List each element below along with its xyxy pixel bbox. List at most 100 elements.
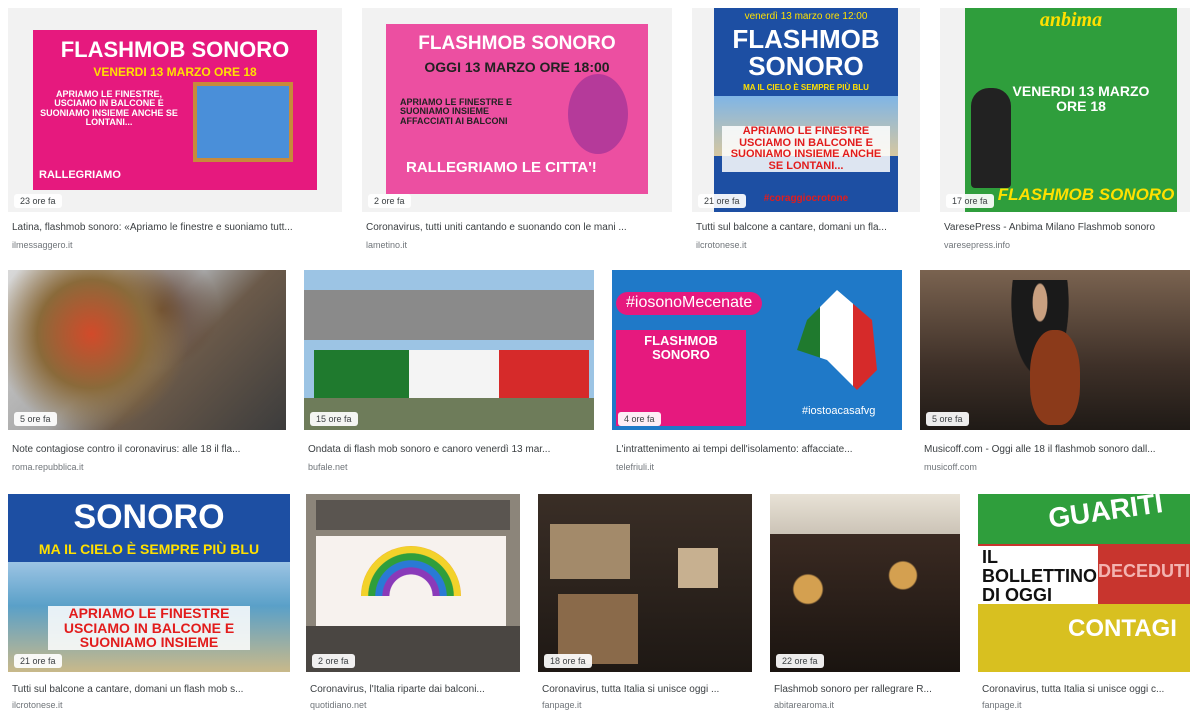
stadium-background bbox=[304, 290, 594, 340]
flag-green bbox=[314, 350, 409, 398]
result-source[interactable]: quotidiano.net bbox=[310, 700, 520, 710]
thumb-headline: FLASHMOB SONORO bbox=[644, 333, 718, 362]
result-title[interactable]: Tutti sul balcone a cantare, domani un f… bbox=[696, 222, 920, 233]
band-photo bbox=[8, 270, 286, 430]
result-card[interactable]: GUARITI IL BOLLETTINO DI OGGI DECEDUTI C… bbox=[978, 494, 1190, 712]
result-card[interactable]: SONORO MA IL CIELO È SEMPRE PIÙ BLU APRI… bbox=[8, 494, 290, 712]
result-title[interactable]: Coronavirus, l'Italia riparte dai balcon… bbox=[310, 684, 520, 695]
result-thumbnail[interactable]: 5 ore fa bbox=[920, 270, 1190, 430]
time-badge: 2 ore fa bbox=[312, 654, 355, 668]
result-source[interactable]: fanpage.it bbox=[542, 700, 752, 710]
rainbow-icon bbox=[361, 546, 461, 596]
thumb-subtitle: IL BOLLETTINO DI OGGI bbox=[978, 546, 1098, 607]
thumb-footer: RALLEGRIAMO LE CITTA'! bbox=[406, 159, 597, 176]
result-title[interactable]: Coronavirus, tutti uniti cantando e suon… bbox=[366, 222, 672, 233]
result-card[interactable]: 18 ore fa Coronavirus, tutta Italia si u… bbox=[538, 494, 752, 712]
result-title[interactable]: Flashmob sonoro per rallegrare R... bbox=[774, 684, 960, 695]
time-badge: 2 ore fa bbox=[368, 194, 411, 208]
time-badge: 23 ore fa bbox=[14, 194, 62, 208]
time-badge: 18 ore fa bbox=[544, 654, 592, 668]
time-badge: 17 ore fa bbox=[946, 194, 994, 208]
italy-map-icon bbox=[797, 290, 877, 390]
time-badge: 5 ore fa bbox=[14, 412, 57, 426]
result-card[interactable]: FLASHMOB SONORO OGGI 13 MARZO ORE 18:00 … bbox=[362, 8, 672, 258]
result-title[interactable]: VaresePress - Anbima Milano Flashmob son… bbox=[944, 222, 1190, 233]
thumb-footer: CONTAGI bbox=[1068, 615, 1177, 642]
time-badge: 5 ore fa bbox=[926, 412, 969, 426]
thumb-subtitle: MA IL CIELO È SEMPRE PIÙ BLU bbox=[38, 541, 260, 557]
band-members bbox=[770, 534, 960, 672]
flag-red bbox=[499, 350, 589, 398]
thumb-top: anbima bbox=[1039, 9, 1103, 31]
thumb-body: APRIAMO LE FINESTRE, USCIAMO IN BALCONE … bbox=[40, 89, 178, 128]
flag-white bbox=[409, 350, 499, 398]
result-card[interactable]: 2 ore fa Coronavirus, l'Italia riparte d… bbox=[306, 494, 520, 712]
result-card[interactable]: 15 ore fa Ondata di flash mob sonoro e c… bbox=[304, 270, 594, 480]
thumb-subtitle: OGGI 13 MARZO ORE 18:00 bbox=[424, 59, 610, 75]
lit-window bbox=[550, 524, 630, 579]
result-source[interactable]: roma.repubblica.it bbox=[12, 462, 286, 472]
result-title[interactable]: Ondata di flash mob sonoro e canoro vene… bbox=[308, 444, 594, 455]
time-badge: 22 ore fa bbox=[776, 654, 824, 668]
lit-window bbox=[678, 548, 718, 588]
result-thumbnail[interactable]: GUARITI IL BOLLETTINO DI OGGI DECEDUTI C… bbox=[978, 494, 1190, 672]
result-thumbnail[interactable]: SONORO MA IL CIELO È SEMPRE PIÙ BLU APRI… bbox=[8, 494, 290, 672]
result-thumbnail[interactable]: 22 ore fa bbox=[770, 494, 960, 672]
result-source[interactable]: telefriuli.it bbox=[616, 462, 902, 472]
thumb-headline: FLASHMOB SONORO bbox=[60, 37, 290, 62]
result-thumbnail[interactable]: anbima VENERDI 13 MARZO ORE 18 FLASHMOB … bbox=[940, 8, 1190, 212]
thumb-subtitle: MA IL CIELO È SEMPRE PIÙ BLU bbox=[743, 83, 869, 92]
result-card[interactable]: venerdì 13 marzo ore 12:00 FLASHMOB SONO… bbox=[692, 8, 920, 258]
thumb-body: APRIAMO LE FINESTRE USCIAMO IN BALCONE E… bbox=[48, 606, 250, 651]
time-badge: 21 ore fa bbox=[698, 194, 746, 208]
result-card[interactable]: anbima VENERDI 13 MARZO ORE 18 FLASHMOB … bbox=[940, 8, 1190, 258]
result-thumbnail[interactable]: 15 ore fa bbox=[304, 270, 594, 430]
result-thumbnail[interactable]: 18 ore fa bbox=[538, 494, 752, 672]
result-source[interactable]: abitarearoma.it bbox=[774, 700, 960, 710]
window-illustration bbox=[193, 82, 293, 162]
result-source[interactable]: ilcrotonese.it bbox=[696, 240, 920, 250]
thumb-footer: #iostoacasafvg bbox=[802, 405, 876, 417]
result-thumbnail[interactable]: venerdì 13 marzo ore 12:00 FLASHMOB SONO… bbox=[692, 8, 920, 212]
result-source[interactable]: varesepress.info bbox=[944, 240, 1190, 250]
thumb-footer: RALLEGRIAMO bbox=[39, 169, 121, 181]
result-title[interactable]: Coronavirus, tutta Italia si unisce oggi… bbox=[542, 684, 752, 695]
thumb-body: DECEDUTI bbox=[1098, 561, 1190, 581]
result-title[interactable]: Latina, flashmob sonoro: «Apriamo le fin… bbox=[12, 222, 342, 233]
cello-icon bbox=[1030, 330, 1080, 425]
image-results-grid: FLASHMOB SONORO VENERDI 13 MARZO ORE 18 … bbox=[0, 0, 1194, 715]
thumb-headline: SONORO bbox=[73, 498, 225, 536]
thumb-headline: VENERDI 13 MARZO ORE 18 bbox=[1012, 83, 1150, 114]
thumb-headline: GUARITI bbox=[1046, 494, 1165, 534]
result-card[interactable]: 5 ore fa Note contagiose contro il coron… bbox=[8, 270, 286, 480]
result-thumbnail[interactable]: #iosonoMecenate FLASHMOB SONORO #iostoac… bbox=[612, 270, 902, 430]
result-thumbnail[interactable]: 5 ore fa bbox=[8, 270, 286, 430]
result-title[interactable]: Coronavirus, tutta Italia si unisce oggi… bbox=[982, 684, 1190, 695]
result-title[interactable]: Note contagiose contro il coronavirus: a… bbox=[12, 444, 286, 455]
time-badge: 21 ore fa bbox=[14, 654, 62, 668]
result-title[interactable]: Tutti sul balcone a cantare, domani un f… bbox=[12, 684, 290, 695]
result-thumbnail[interactable]: 2 ore fa bbox=[306, 494, 520, 672]
thumb-body: APRIAMO LE FINESTRE USCIAMO IN BALCONE E… bbox=[722, 125, 890, 173]
result-thumbnail[interactable]: FLASHMOB SONORO OGGI 13 MARZO ORE 18:00 … bbox=[362, 8, 672, 212]
result-card[interactable]: 5 ore fa Musicoff.com - Oggi alle 18 il … bbox=[920, 270, 1190, 480]
result-source[interactable]: musicoff.com bbox=[924, 462, 1190, 472]
time-badge: 4 ore fa bbox=[618, 412, 661, 426]
time-badge: 15 ore fa bbox=[310, 412, 358, 426]
thumb-headline: FLASHMOB SONORO bbox=[732, 24, 880, 82]
result-thumbnail[interactable]: FLASHMOB SONORO VENERDI 13 MARZO ORE 18 … bbox=[8, 8, 342, 212]
result-source[interactable]: lametino.it bbox=[366, 240, 672, 250]
thumb-body: APRIAMO LE FINESTRE E SUONIAMO INSIEME A… bbox=[400, 97, 513, 126]
result-card[interactable]: 22 ore fa Flashmob sonoro per rallegrare… bbox=[770, 494, 960, 712]
result-title[interactable]: L'intrattenimento ai tempi dell'isolamen… bbox=[616, 444, 902, 455]
thumb-headline: FLASHMOB SONORO bbox=[418, 33, 616, 54]
result-title[interactable]: Musicoff.com - Oggi alle 18 il flashmob … bbox=[924, 444, 1190, 455]
thumb-top: venerdì 13 marzo ore 12:00 bbox=[744, 11, 868, 22]
result-source[interactable]: ilmessaggero.it bbox=[12, 240, 342, 250]
result-source[interactable]: fanpage.it bbox=[982, 700, 1190, 710]
result-source[interactable]: bufale.net bbox=[308, 462, 594, 472]
result-card[interactable]: FLASHMOB SONORO VENERDI 13 MARZO ORE 18 … bbox=[8, 8, 342, 258]
thumb-top: #iosonoMecenate bbox=[616, 292, 763, 315]
result-source[interactable]: ilcrotonese.it bbox=[12, 700, 290, 710]
result-card[interactable]: #iosonoMecenate FLASHMOB SONORO #iostoac… bbox=[612, 270, 902, 480]
